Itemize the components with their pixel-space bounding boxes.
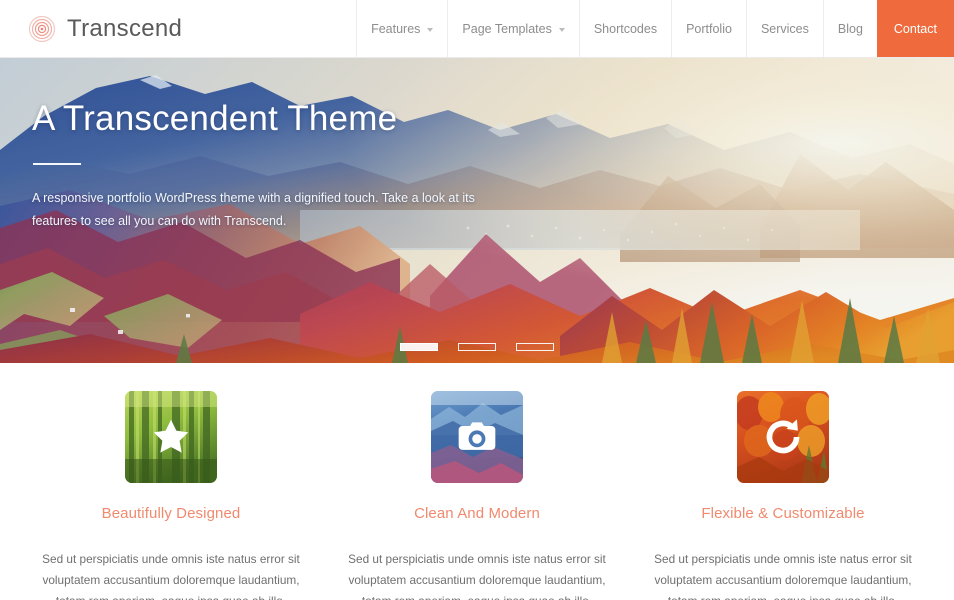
nav-label: Services <box>760 21 809 36</box>
nav-item-features[interactable]: Features <box>356 0 447 57</box>
nav-item-services[interactable]: Services <box>745 0 823 57</box>
feature-title: Beautifully Designed <box>101 505 241 522</box>
chevron-down-icon <box>427 27 434 32</box>
nav-item-portfolio[interactable]: Portfolio <box>671 0 746 57</box>
features-section: Beautifully Designed Sed ut perspiciatis… <box>0 363 954 600</box>
main-navigation: Features Page Templates Shortcodes Portf… <box>356 0 954 57</box>
feature-thumbnail[interactable] <box>431 391 523 483</box>
nav-item-contact[interactable]: Contact <box>876 0 954 57</box>
feature-thumbnail[interactable] <box>125 391 217 483</box>
nav-label: Shortcodes <box>593 21 658 36</box>
feature-card: Beautifully Designed Sed ut perspiciatis… <box>18 391 324 600</box>
feature-card: Clean And Modern Sed ut perspiciatis und… <box>324 391 630 600</box>
brand-name: Transcend <box>67 14 183 42</box>
hero-slider: A Transcendent Theme A responsive portfo… <box>0 58 954 363</box>
feature-title: Clean And Modern <box>414 505 540 522</box>
nav-label: Blog <box>837 21 863 36</box>
chevron-down-icon <box>558 27 565 32</box>
hero-content: A Transcendent Theme A responsive portfo… <box>32 99 592 233</box>
feature-description: Sed ut perspiciatis unde omnis iste natu… <box>348 552 606 600</box>
hero-divider <box>33 162 81 165</box>
nav-label: Portfolio <box>686 21 732 36</box>
feature-description: Sed ut perspiciatis unde omnis iste natu… <box>654 552 912 600</box>
star-icon <box>125 391 217 483</box>
site-header: Transcend Features Page Templates Shortc… <box>0 0 954 58</box>
refresh-icon <box>737 391 829 483</box>
feature-thumbnail[interactable] <box>737 391 829 483</box>
slider-dot-1[interactable] <box>400 343 438 351</box>
slider-dot-2[interactable] <box>458 343 496 351</box>
nav-label: Features <box>371 21 421 36</box>
feature-card: Flexible & Customizable Sed ut perspicia… <box>630 391 936 600</box>
slider-dot-3[interactable] <box>516 343 554 351</box>
slider-pagination <box>0 343 954 351</box>
brand-logo[interactable]: Transcend <box>0 0 182 57</box>
nav-item-shortcodes[interactable]: Shortcodes <box>578 0 671 57</box>
nav-label: Page Templates <box>462 21 552 36</box>
camera-icon <box>431 391 523 483</box>
nav-label: Contact <box>893 21 937 36</box>
nav-item-page-templates[interactable]: Page Templates <box>447 0 578 57</box>
feature-description: Sed ut perspiciatis unde omnis iste natu… <box>42 552 300 600</box>
concentric-circles-icon <box>28 15 56 43</box>
nav-item-blog[interactable]: Blog <box>822 0 877 57</box>
feature-title: Flexible & Customizable <box>701 505 865 522</box>
hero-subtitle: A responsive portfolio WordPress theme w… <box>32 190 475 228</box>
hero-title: A Transcendent Theme <box>32 99 398 138</box>
